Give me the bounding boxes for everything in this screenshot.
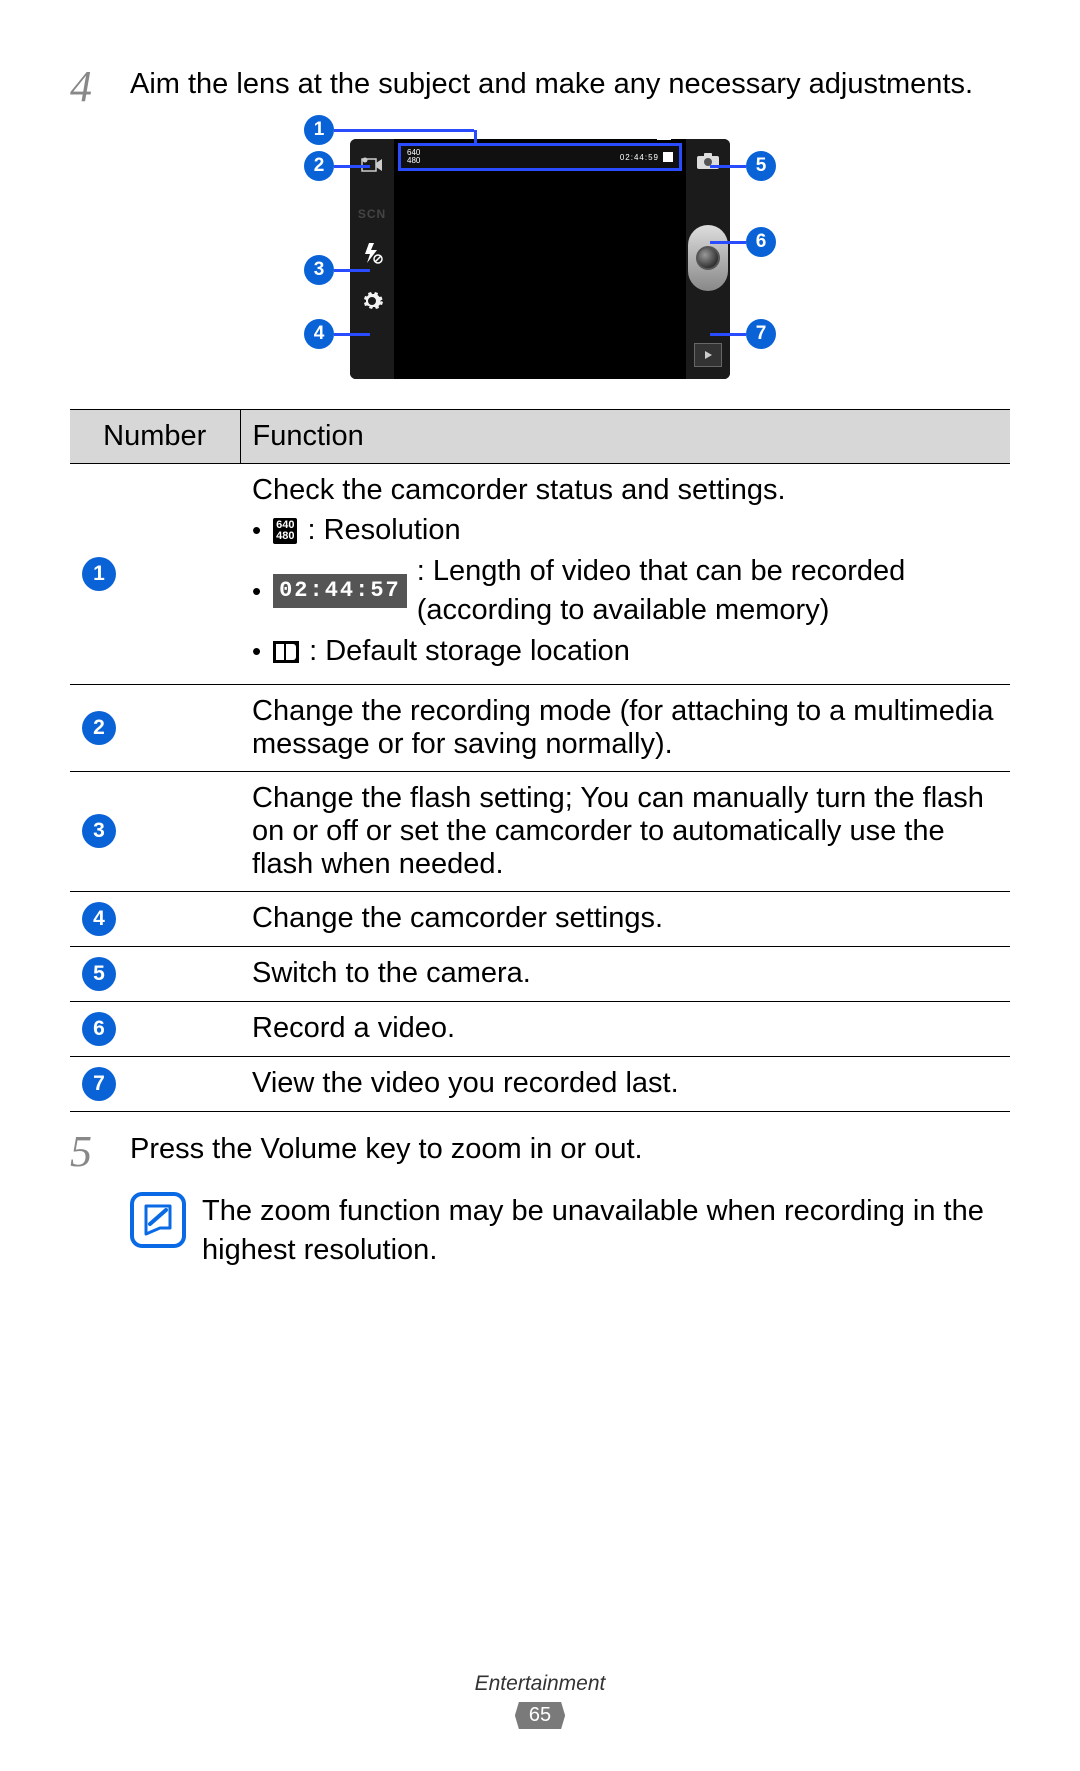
table-row: 5 Switch to the camera.: [70, 946, 1010, 1001]
table-row: 2 Change the recording mode (for attachi…: [70, 684, 1010, 771]
callout-badge-6: 6: [746, 227, 776, 257]
row-badge-1: 1: [82, 557, 116, 591]
row-1-lead: Check the camcorder status and settings.: [252, 474, 998, 507]
page-footer: Entertainment 65: [0, 1672, 1080, 1729]
table-row: 6 Record a video.: [70, 1001, 1010, 1056]
time-chip-icon: 02:44:57: [273, 574, 407, 608]
callout-5: 5: [710, 151, 776, 181]
status-bar: 640 480 02:44:59: [398, 143, 682, 171]
scn-label: SCN: [358, 207, 386, 221]
footer-section: Entertainment: [0, 1672, 1080, 1696]
battery-icon: [657, 132, 671, 140]
callout-badge-4: 4: [304, 319, 334, 349]
row-1-bullet-length: 02:44:57 : Length of video that can be r…: [252, 552, 998, 630]
row-badge-6: 6: [82, 1012, 116, 1046]
table-row: 4 Change the camcorder settings.: [70, 891, 1010, 946]
row-5-text: Switch to the camera.: [240, 946, 1010, 1001]
callout-badge-7: 7: [746, 319, 776, 349]
page-number: 65: [515, 1702, 565, 1729]
row-3-text: Change the flash setting; You can manual…: [240, 771, 1010, 891]
note-icon: [130, 1192, 186, 1248]
callout-6: 6: [710, 227, 776, 257]
table-row: 1 Check the camcorder status and setting…: [70, 464, 1010, 685]
callout-badge-2: 2: [304, 151, 334, 181]
row-badge-2: 2: [82, 711, 116, 745]
settings-gear-icon: [358, 287, 386, 315]
storage-chip-icon: [273, 641, 299, 663]
callout-badge-3: 3: [304, 255, 334, 285]
resolution-chip-icon: 640480: [273, 518, 297, 544]
callout-4: 4: [304, 319, 370, 349]
step-4: 4 Aim the lens at the subject and make a…: [70, 65, 1010, 109]
table-row: 7 View the video you recorded last.: [70, 1056, 1010, 1111]
storage-icon: [663, 152, 673, 162]
step-number-5: 5: [70, 1130, 130, 1174]
status-resolution-bot: 480: [407, 157, 420, 165]
camcorder-screen: SCN 640 480 02:44:59: [350, 139, 730, 379]
col-function: Function: [240, 410, 1010, 464]
row-badge-7: 7: [82, 1067, 116, 1101]
callout-2: 2: [304, 151, 370, 181]
table-row: 3 Change the flash setting; You can manu…: [70, 771, 1010, 891]
row-badge-3: 3: [82, 814, 116, 848]
row-1-bullet-storage: : Default storage location: [252, 632, 998, 671]
step-5: 5 Press the Volume key to zoom in or out…: [70, 1130, 1010, 1174]
function-table: Number Function 1 Check the camcorder st…: [70, 409, 1010, 1112]
row-2-text: Change the recording mode (for attaching…: [240, 684, 1010, 771]
row-badge-4: 4: [82, 902, 116, 936]
step-5-text: Press the Volume key to zoom in or out.: [130, 1130, 1010, 1174]
col-number: Number: [70, 410, 240, 464]
row-badge-5: 5: [82, 957, 116, 991]
step-number-4: 4: [70, 65, 130, 109]
step-4-text: Aim the lens at the subject and make any…: [130, 65, 1010, 109]
callout-7: 7: [710, 319, 776, 349]
row-7-text: View the video you recorded last.: [240, 1056, 1010, 1111]
callout-1: 1: [304, 115, 474, 145]
row-4-text: Change the camcorder settings.: [240, 891, 1010, 946]
callout-badge-5: 5: [746, 151, 776, 181]
row-1-bullet-resolution: 640480 : Resolution: [252, 511, 998, 550]
row-6-text: Record a video.: [240, 1001, 1010, 1056]
note: The zoom function may be unavailable whe…: [130, 1192, 1010, 1270]
camcorder-diagram: SCN 640 480 02:44:59: [70, 127, 1010, 387]
status-time: 02:44:59: [620, 153, 659, 162]
callout-badge-1: 1: [304, 115, 334, 145]
callout-3: 3: [304, 255, 370, 285]
note-text: The zoom function may be unavailable whe…: [202, 1192, 1010, 1270]
